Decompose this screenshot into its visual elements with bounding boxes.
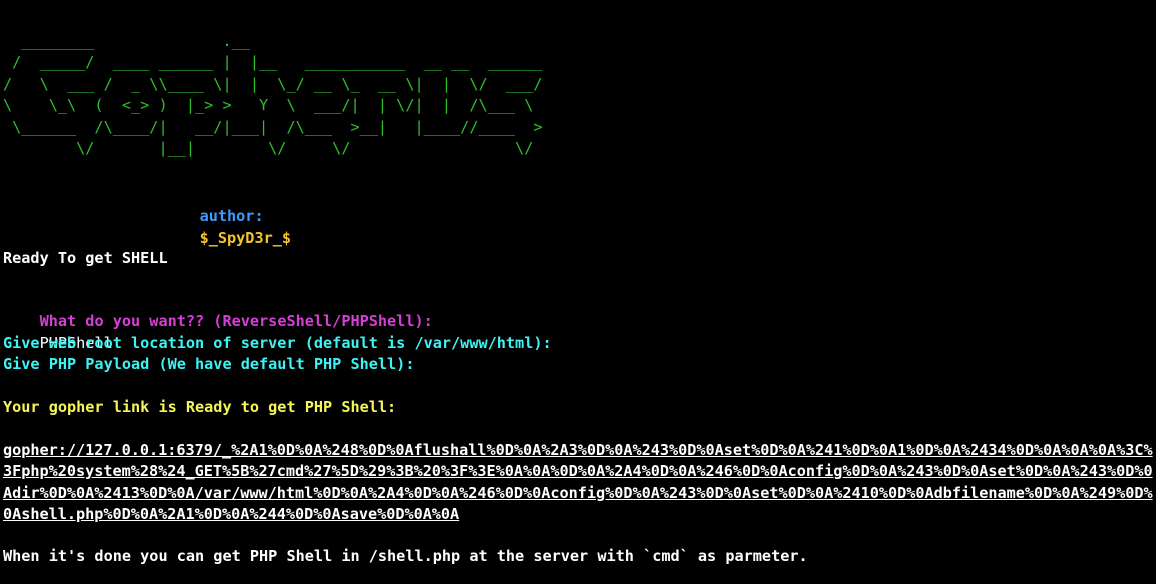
gopher-link[interactable]: gopher://127.0.0.1:6379/_%2A1%0D%0A%248%… [3,440,1155,526]
terminal-window[interactable]: ________ .__ / _____/ ____ ______ | |__ … [3,0,1155,584]
author-line: author: $_SpyD3r_$ [163,185,291,246]
done-line: When it's done you can get PHP Shell in … [3,547,808,565]
shell-type-question: What do you want?? (ReverseShell/PHPShel… [3,290,433,351]
author-label: author: [199,207,264,226]
gopherus-ascii-banner: ________ .__ / _____/ ____ ______ | |__ … [3,32,543,158]
author-value: $_SpyD3r_$ [199,228,292,247]
webroot-prompt: Give web root location of server (defaul… [3,334,552,352]
ready-line: Ready To get SHELL [3,249,168,267]
link-ready-line: Your gopher link is Ready to get PHP She… [3,398,397,416]
payload-prompt: Give PHP Payload (We have default PHP Sh… [3,355,415,373]
shell-type-prompt: What do you want?? (ReverseShell/PHPShel… [39,312,433,331]
